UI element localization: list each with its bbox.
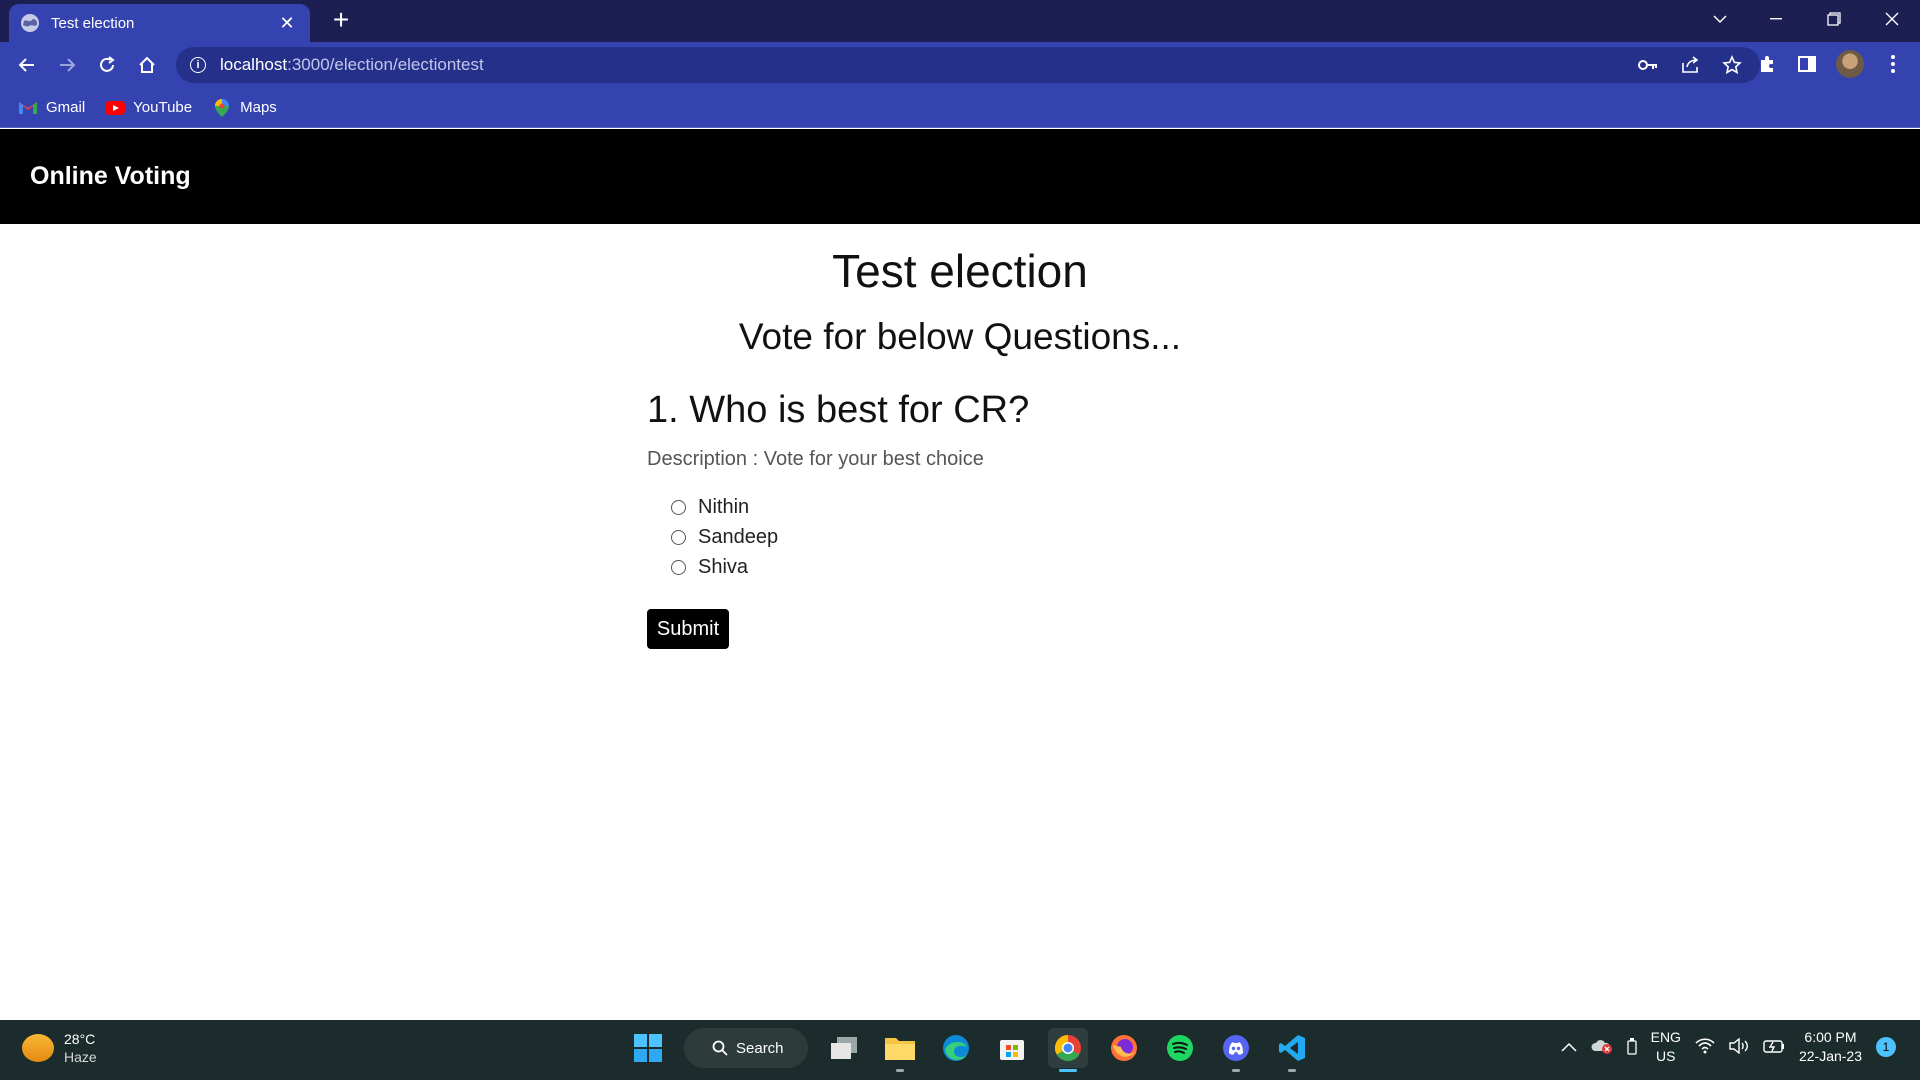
radio-button[interactable] — [671, 559, 686, 575]
windows-start-icon[interactable] — [628, 1028, 668, 1068]
edge-icon[interactable] — [936, 1028, 976, 1068]
haze-sun-icon — [22, 1034, 54, 1062]
weather-widget[interactable]: 28°C Haze — [22, 1030, 97, 1066]
clock[interactable]: 6:00 PM 22-Jan-23 — [1799, 1028, 1862, 1066]
maps-icon — [212, 98, 232, 117]
bookmark-label: YouTube — [133, 99, 193, 116]
bookmark-gmail[interactable]: Gmail — [18, 99, 85, 116]
onedrive-error-icon[interactable] — [1591, 1038, 1613, 1057]
weather-temp: 28°C — [64, 1031, 96, 1047]
system-tray: ENG US 6:00 PM 22-Jan-23 1 — [1561, 1028, 1896, 1066]
running-indicator — [1288, 1069, 1296, 1072]
close-tab-icon[interactable]: ✕ — [276, 13, 298, 34]
url-host: localhost — [220, 55, 288, 74]
spotify-icon[interactable] — [1160, 1028, 1200, 1068]
key-icon[interactable] — [1638, 55, 1658, 75]
menu-kebab-icon[interactable] — [1882, 53, 1904, 75]
youtube-icon — [105, 100, 126, 116]
site-info-icon[interactable]: i — [190, 57, 206, 73]
option-label: Nithin — [698, 495, 750, 518]
taskbar-search[interactable]: Search — [684, 1028, 808, 1068]
back-arrow-icon[interactable] — [12, 50, 42, 80]
main-content: Test election Vote for below Questions..… — [0, 224, 1920, 1020]
discord-icon[interactable] — [1216, 1028, 1256, 1072]
option-label: Shiva — [698, 555, 749, 578]
radio-button[interactable] — [671, 529, 686, 545]
gmail-icon — [18, 100, 38, 116]
option-shiva[interactable]: Shiva — [671, 552, 778, 582]
bookmarks-bar: Gmail YouTube Maps — [0, 88, 1920, 128]
chrome-icon[interactable] — [1048, 1028, 1088, 1072]
reload-icon[interactable] — [92, 50, 122, 80]
election-title: Test election — [832, 245, 1088, 297]
file-explorer-icon[interactable] — [880, 1028, 920, 1072]
wifi-icon[interactable] — [1695, 1037, 1715, 1057]
search-icon — [712, 1040, 728, 1056]
url-path: :3000/election/electiontest — [287, 55, 484, 74]
bookmark-maps[interactable]: Maps — [212, 98, 277, 117]
browser-tab[interactable]: Test election ✕ — [9, 4, 310, 42]
bookmark-youtube[interactable]: YouTube — [105, 99, 192, 116]
option-sandeep[interactable]: Sandeep — [671, 522, 778, 552]
question-title: 1. Who is best for CR? — [647, 389, 1030, 431]
lang-code: ENG — [1650, 1029, 1681, 1045]
chevron-up-icon[interactable] — [1561, 1039, 1577, 1055]
bookmark-label: Maps — [240, 99, 277, 116]
browser-tabstrip: Test election ✕ + — [0, 0, 1920, 42]
extensions-puzzle-icon[interactable] — [1756, 53, 1778, 75]
windows-taskbar: 28°C Haze Search ENG US 6:00 PM 22-Jan-2… — [0, 1020, 1920, 1080]
site-navbar: Online Voting — [0, 129, 1920, 224]
close-window-button[interactable] — [1864, 0, 1920, 38]
brand-title[interactable]: Online Voting — [30, 162, 191, 191]
taskbar-apps: Search — [628, 1028, 1312, 1072]
running-indicator — [896, 1069, 904, 1072]
volume-icon[interactable] — [1729, 1037, 1749, 1057]
profile-avatar[interactable] — [1836, 50, 1864, 78]
share-icon[interactable] — [1680, 55, 1700, 75]
option-label: Sandeep — [698, 525, 779, 548]
vscode-icon[interactable] — [1272, 1028, 1312, 1072]
option-list: Nithin Sandeep Shiva — [671, 492, 778, 582]
bookmark-star-icon[interactable] — [1722, 55, 1742, 75]
clock-date: 22-Jan-23 — [1798, 1048, 1862, 1064]
lang-region: US — [1656, 1048, 1676, 1064]
running-indicator — [1232, 1069, 1240, 1072]
question-description: Description : Vote for your best choice — [647, 448, 984, 470]
new-tab-button[interactable]: + — [326, 6, 356, 36]
restore-button[interactable] — [1806, 0, 1862, 38]
notification-badge[interactable]: 1 — [1876, 1037, 1896, 1057]
microsoft-store-icon[interactable] — [992, 1028, 1032, 1068]
side-panel-icon[interactable] — [1796, 53, 1818, 75]
tab-title: Test election — [51, 14, 135, 32]
tab-search-chevron-icon[interactable] — [1692, 0, 1748, 38]
forward-arrow-icon[interactable] — [52, 50, 82, 80]
firefox-icon[interactable] — [1104, 1028, 1144, 1068]
weather-desc: Haze — [64, 1049, 97, 1065]
option-nithin[interactable]: Nithin — [671, 492, 778, 522]
usb-drive-icon[interactable] — [1626, 1037, 1637, 1058]
battery-charging-icon[interactable] — [1763, 1039, 1785, 1056]
radio-button[interactable] — [671, 499, 686, 515]
submit-button[interactable]: Submit — [647, 609, 729, 649]
address-bar[interactable]: i localhost:3000/election/electiontest — [176, 47, 1760, 83]
globe-icon — [21, 14, 39, 32]
browser-toolbar: i localhost:3000/election/electiontest — [0, 42, 1920, 88]
page-subtitle: Vote for below Questions... — [738, 316, 1182, 357]
home-icon[interactable] — [132, 50, 162, 80]
clock-time: 6:00 PM — [1804, 1029, 1857, 1045]
search-label: Search — [736, 1039, 784, 1057]
task-view-icon[interactable] — [824, 1028, 864, 1068]
minimize-button[interactable] — [1748, 0, 1804, 38]
active-indicator — [1059, 1069, 1077, 1072]
language-indicator[interactable]: ENG US — [1651, 1028, 1681, 1066]
bookmark-label: Gmail — [46, 99, 86, 116]
